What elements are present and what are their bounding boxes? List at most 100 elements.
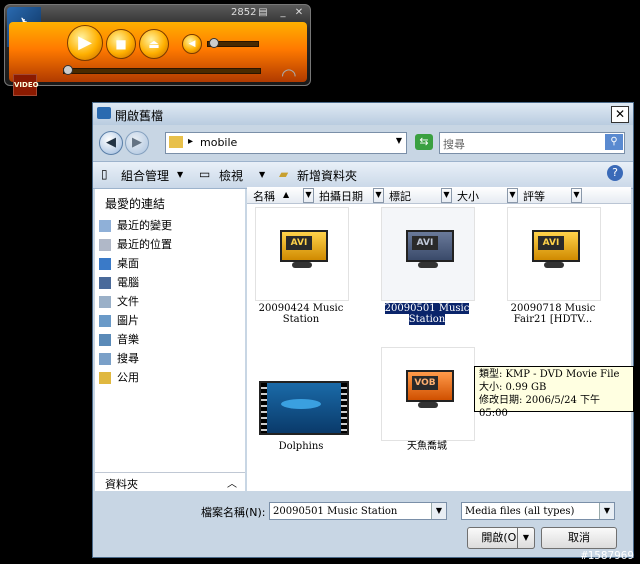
favorite-recent-changes[interactable]: 最近的變更 [99,217,172,235]
address-bar[interactable]: ▸ mobile ▼ [165,132,407,154]
search-box[interactable]: 搜尋 ⚲ [439,132,625,154]
seek-knob[interactable] [63,65,73,75]
column-rating[interactable]: 評等 [523,188,545,204]
filename-field[interactable]: 20090501 Music Station ▼ [269,502,447,520]
favorite-music[interactable]: 音樂 [99,331,139,349]
favorite-label: 桌面 [117,257,139,270]
stop-button[interactable]: ■ [106,29,136,59]
column-date-taken[interactable]: 拍攝日期 [319,188,363,204]
column-date-filter-icon[interactable]: ▼ [373,188,384,203]
open-file-dialog: 開啟舊檔 ✕ ◀ ▶ ▸ mobile ▼ ⇆ 搜尋 ⚲ ▯ 組合管理 ▼ ▭ … [92,102,634,558]
file-name-line2: Fair21 [HDTV... [513,314,593,325]
tooltip-type: 類型: KMP - DVD Movie File [479,369,620,380]
player-menu-icon[interactable]: ▤ [257,7,269,19]
cancel-button[interactable]: 取消 [541,527,617,549]
address-dropdown-icon[interactable]: ▼ [396,136,402,145]
favorite-desktop[interactable]: 桌面 [99,255,139,273]
file-name-line1: 20090424 Music [258,303,344,314]
filename-dropdown-icon[interactable]: ▼ [431,503,446,519]
file-name-line1: Dolphins [278,441,324,452]
open-dropdown-icon[interactable]: ▼ [517,527,535,549]
favorite-public[interactable]: 公用 [99,369,139,387]
dialog-title: 開啟舊檔 [115,109,164,123]
search-icon[interactable]: ⚲ [605,134,623,150]
player-counter: 2852 [231,7,257,18]
file-type-dropdown-icon[interactable]: ▼ [599,503,614,519]
minimize-icon[interactable]: _ [277,7,289,19]
breadcrumb-chevron-icon[interactable]: ▸ [188,136,193,147]
views-button[interactable]: 檢視 [219,167,243,184]
dialog-titlebar[interactable]: 開啟舊檔 ✕ [93,103,633,125]
folders-toggle[interactable]: 資料夾 ︿ [95,472,245,491]
dialog-footer: 檔案名稱(N): 20090501 Music Station ▼ Media … [93,491,633,557]
player-titlebar[interactable]: 2852 ▤ _ ✕ [5,5,310,22]
stream-icon[interactable]: ◠ [281,65,297,86]
computer-icon [99,277,111,289]
video-mode-label[interactable]: VIDEO [13,74,39,96]
help-icon[interactable]: ? [607,165,623,181]
player-control-panel: ▶ ■ ⏏ ◀ VIDEO [9,22,307,96]
favorite-recent-places[interactable]: 最近的位置 [99,236,172,254]
column-size-filter-icon[interactable]: ▼ [507,188,518,203]
chevron-up-icon[interactable]: ︿ [227,475,237,490]
favorite-label: 公用 [117,371,139,384]
back-button[interactable]: ◀ [99,131,123,155]
documents-icon [99,296,111,308]
file-type-select[interactable]: Media files (all types) ▼ [461,502,615,520]
public-folder-icon [99,372,111,384]
player-close-icon[interactable]: ✕ [293,7,305,19]
column-name-filter-icon[interactable]: ▼ [303,188,314,203]
new-folder-button[interactable]: 新增資料夾 [297,167,357,184]
file-item[interactable]: AVI [507,207,601,301]
recent-places-icon [99,239,111,251]
organize-button[interactable]: 組合管理 [121,167,169,184]
organize-icon: ▯ [101,167,108,181]
folder-icon [169,136,183,148]
navigation-bar: ◀ ▶ ▸ mobile ▼ ⇆ 搜尋 ⚲ [93,125,633,161]
watermark: #1587969 [581,549,634,562]
column-rating-filter-icon[interactable]: ▼ [571,188,582,203]
favorite-label: 電腦 [117,276,139,289]
file-name-line2: Station [282,314,320,325]
tooltip-size: 大小: 0.99 GB [479,382,547,393]
file-item[interactable]: VOB [381,347,475,441]
column-size[interactable]: 大小 [457,188,479,204]
file-name-line1: 20090718 Music [510,303,596,314]
open-file-button[interactable]: ⏏ [139,29,169,59]
file-item[interactable]: AVI [255,207,349,301]
dialog-app-icon [97,107,111,119]
file-name[interactable]: 天魚喬城 [375,441,479,452]
avi-file-icon: AVI [278,226,328,270]
sort-up-icon[interactable]: ▲ [283,190,289,199]
file-name[interactable]: 20090501 Music Station [375,303,479,325]
file-item-selected[interactable]: AVI [381,207,475,301]
forward-button[interactable]: ▶ [125,131,149,155]
column-tags[interactable]: 標記 [389,188,411,204]
play-button[interactable]: ▶ [67,25,103,61]
search-input[interactable]: 搜尋 [443,136,465,152]
volume-icon[interactable]: ◀ [182,34,202,54]
address-text: mobile [200,136,238,149]
seek-bar[interactable] [63,68,261,74]
column-tags-filter-icon[interactable]: ▼ [441,188,452,203]
file-item[interactable] [255,353,349,445]
file-list-pane: 名稱 ▲ ▼ 拍攝日期 ▼ 標記 ▼ 大小 ▼ 評等 ▼ AVI 2009042… [247,187,631,491]
avi-file-icon: AVI [404,226,454,270]
favorites-header: 最愛的連結 [105,197,166,211]
file-name[interactable]: 20090424 Music Station [249,303,353,325]
column-name[interactable]: 名稱 [253,188,275,204]
favorite-search[interactable]: 搜尋 [99,350,139,368]
favorite-label: 音樂 [117,333,139,346]
favorite-computer[interactable]: 電腦 [99,274,139,292]
file-name-line2: Station [408,314,446,325]
refresh-icon[interactable]: ⇆ [415,134,433,150]
favorite-documents[interactable]: 文件 [99,293,139,311]
organize-dropdown-icon[interactable]: ▼ [177,170,183,179]
file-name[interactable]: 20090718 Music Fair21 [HDTV... [501,303,605,325]
views-dropdown-icon[interactable]: ▼ [259,170,265,179]
search-folder-icon [99,353,111,365]
favorite-label: 最近的位置 [117,238,172,251]
dialog-close-button[interactable]: ✕ [611,106,629,123]
file-name[interactable]: Dolphins [249,441,353,452]
favorite-pictures[interactable]: 圖片 [99,312,139,330]
